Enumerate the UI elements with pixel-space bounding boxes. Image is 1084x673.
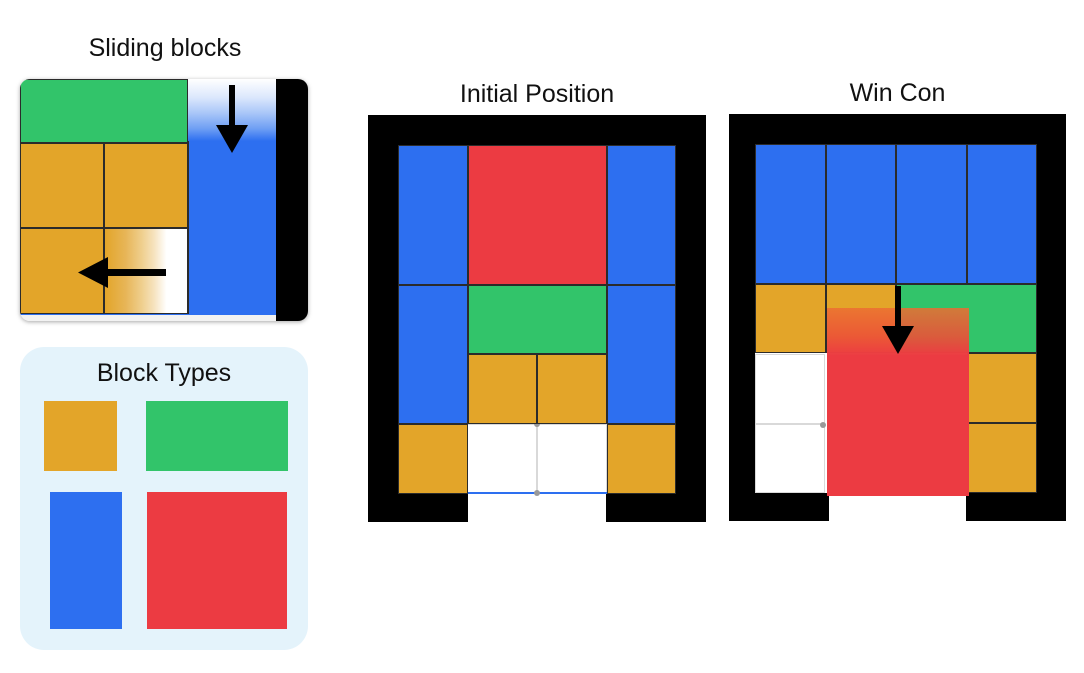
- bottom-edge: [20, 314, 276, 321]
- board-area: [755, 144, 1037, 496]
- block-blue-1: [755, 144, 826, 284]
- arrow-down-icon: [216, 85, 248, 153]
- empty-cell: [537, 424, 607, 494]
- orange-block: [104, 143, 188, 228]
- block-orange-c: [398, 424, 468, 494]
- small-square-1x1: [44, 401, 117, 471]
- big-square-2x2: [147, 492, 287, 629]
- block-orange-d: [966, 423, 1037, 493]
- empty-cell: [755, 354, 825, 424]
- empty-cell: [467, 424, 537, 494]
- grid-dot: [820, 422, 826, 428]
- bottom-left-wall: [368, 494, 468, 522]
- initial-title: Initial Position: [459, 80, 615, 108]
- right-wall: [676, 115, 706, 522]
- block-blue-right-top: [606, 145, 676, 285]
- bottom-right-wall: [966, 493, 1066, 521]
- sliding-title: Sliding blocks: [88, 34, 242, 62]
- block-blue-3: [896, 144, 967, 284]
- vertical-2x1: [50, 492, 122, 629]
- left-wall: [729, 114, 755, 521]
- grid-dot: [534, 490, 540, 496]
- sliding-example: [20, 79, 308, 321]
- block-orange-c: [966, 353, 1037, 424]
- block-orange-d: [606, 424, 676, 494]
- win-title: Win Con: [849, 79, 946, 107]
- empty-cell: [755, 424, 825, 493]
- block-types-title: Block Types: [96, 359, 232, 387]
- green-block: [20, 79, 188, 143]
- red-big-block: [827, 355, 969, 496]
- right-wall: [1037, 114, 1066, 521]
- block-orange-a: [467, 354, 537, 425]
- board-area: [398, 145, 676, 496]
- arrow-left-icon: [78, 257, 166, 288]
- horizontal-1x2: [146, 401, 288, 471]
- block-orange-b: [537, 354, 607, 425]
- bottom-right-wall: [606, 494, 706, 522]
- block-blue-left-top: [398, 145, 468, 285]
- block-blue-left-bottom: [398, 284, 468, 425]
- bottom-left-wall: [729, 493, 829, 521]
- arrow-down-icon: [882, 286, 914, 354]
- top-wall: [729, 114, 1066, 144]
- top-wall: [368, 115, 706, 145]
- block-blue-4: [966, 144, 1037, 284]
- block-types-panel: Block Types: [20, 347, 308, 650]
- orange-block: [20, 143, 104, 228]
- block-blue-2: [825, 144, 896, 284]
- block-red-big: [467, 145, 607, 285]
- left-wall: [368, 115, 398, 522]
- win-board: [729, 114, 1066, 521]
- block-orange-a: [755, 283, 826, 354]
- initial-board: [368, 115, 706, 522]
- block-blue-right-bottom: [606, 284, 676, 425]
- block-green-horizontal: [467, 284, 607, 355]
- right-wall: [276, 79, 308, 321]
